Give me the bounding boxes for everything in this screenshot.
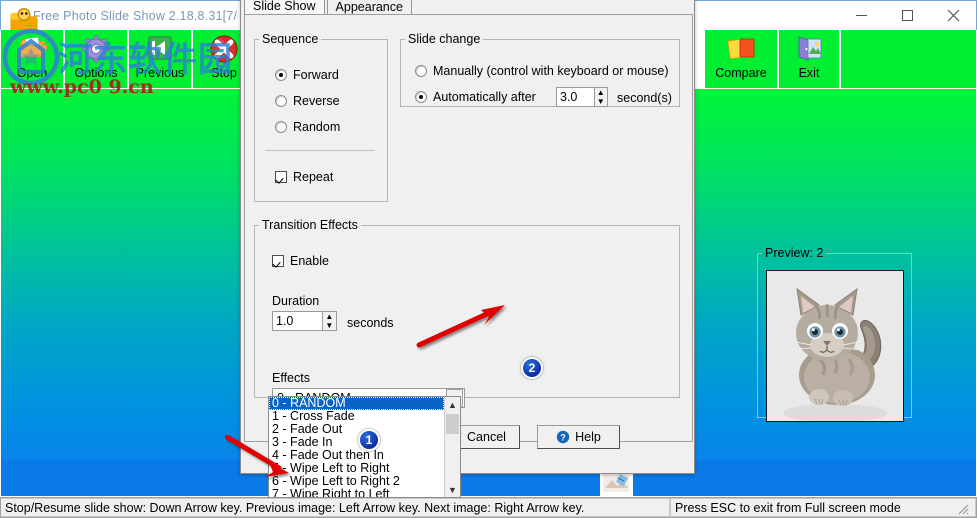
exit-door-icon [792,32,826,66]
radio-automatic-label: Automatically after [433,90,536,104]
help-button-label: Help [575,430,601,444]
radio-reverse-label: Reverse [293,94,340,108]
radio-random-indicator [275,121,287,133]
dropdown-scrollbar[interactable]: ▲ ▼ [444,397,460,497]
group-transition-legend: Transition Effects [262,218,358,232]
duration-down-icon[interactable]: ▼ [323,321,336,330]
interval-units-label: second(s) [617,91,672,105]
toolbar-label-options: Options [74,66,118,80]
radio-automatic-indicator [415,91,427,103]
interval-spinner-buttons[interactable]: ▲ ▼ [593,88,607,106]
tab-slide-show[interactable]: Slide Show [244,0,325,15]
help-button[interactable]: ? Help [537,425,620,449]
toolbar-button-previous[interactable]: Previous [129,30,193,89]
toolbar-gap [695,30,703,89]
checkbox-repeat-label: Repeat [293,170,334,184]
duration-units-label: seconds [347,316,394,330]
radio-random-label: Random [293,120,341,134]
interval-down-icon[interactable]: ▼ [595,97,607,106]
app-icon [7,6,38,35]
group-slide-change-legend: Slide change [408,32,481,46]
radio-reverse[interactable]: Reverse [275,94,340,108]
maximize-icon [901,10,913,21]
radio-forward[interactable]: Forward [275,68,339,82]
window-controls [838,1,976,31]
radio-manual-label: Manually (control with keyboard or mouse… [433,64,669,78]
duration-up-icon[interactable]: ▲ [323,312,336,321]
cancel-button-label: Cancel [467,430,506,444]
interval-spinner[interactable]: ▲ ▼ [556,87,608,107]
checkbox-repeat-indicator [275,171,287,183]
radio-reverse-indicator [275,95,287,107]
toolbar-label-stop: Stop [211,66,237,80]
close-button[interactable] [930,1,976,31]
effects-label: Effects [272,371,310,385]
minimize-icon [855,15,867,16]
scroll-up-icon[interactable]: ▲ [445,397,461,412]
toolbar-label-previous: Previous [135,66,185,80]
svg-text:?: ? [560,433,566,443]
window-title: Free Photo Slide Show 2.18.8.31[7/ [33,8,238,23]
toolbar-button-exit[interactable]: Exit [779,30,841,89]
help-icon: ? [556,430,570,444]
radio-manual-indicator [415,65,427,77]
scroll-down-icon[interactable]: ▼ [445,482,461,497]
group-slide-change: Slide change Manually (control with keyb… [400,32,680,107]
group-transition-effects: Transition Effects Enable Duration ▲ ▼ s… [254,218,680,408]
kitten-photo [767,271,903,421]
resize-grip-icon[interactable] [955,501,969,515]
radio-automatic[interactable]: Automatically after [415,90,536,104]
status-hint-right: Press ESC to exit from Full screen mode [670,498,976,517]
status-hint-right-text: Press ESC to exit from Full screen mode [675,500,901,515]
tab-appearance[interactable]: Appearance [326,0,412,15]
preview-image-frame [766,270,904,422]
dropdown-item[interactable]: 7 - Wipe Right to Left [269,488,444,498]
minimize-button[interactable] [838,1,884,31]
radio-forward-indicator [275,69,287,81]
checkbox-enable-label: Enable [290,254,329,268]
toolbar-button-options[interactable]: Options [65,30,129,89]
group-sequence: Sequence Forward Reverse Random Repeat [254,32,388,202]
radio-forward-label: Forward [293,68,339,82]
stop-icon [207,32,241,66]
annotation-badge-2: 2 [521,357,543,379]
duration-spinner-buttons[interactable]: ▲ ▼ [321,312,336,330]
status-bar: Stop/Resume slide show: Down Arrow key. … [0,497,977,518]
tab-appearance-label: Appearance [335,0,403,14]
dialog-tabs: Slide Show Appearance [244,0,414,15]
status-hint-left: Stop/Resume slide show: Down Arrow key. … [1,498,670,517]
toolbar-label-compare: Compare [715,66,767,80]
effects-dropdown-items: 0 - RANDOM 1 - Cross Fade 2 - Fade Out 3… [269,397,444,497]
checkbox-enable-indicator [272,255,284,267]
toolbar-button-compare[interactable]: Compare [703,30,779,89]
annotation-badge-1: 1 [358,429,380,451]
maximize-button[interactable] [884,1,930,31]
group-preview-legend: Preview: 2 [765,246,824,260]
duration-label: Duration [272,294,320,308]
checkbox-repeat[interactable]: Repeat [275,170,333,184]
compare-icon [724,32,758,66]
duration-spinner[interactable]: ▲ ▼ [272,311,337,331]
group-preview: Preview: 2 [757,246,912,422]
group-sequence-legend: Sequence [262,32,319,46]
radio-manual[interactable]: Manually (control with keyboard or mouse… [415,64,669,78]
previous-icon [143,32,177,66]
interval-input[interactable] [557,88,594,106]
duration-input[interactable] [273,312,322,330]
scrollbar-thumb[interactable] [446,414,459,434]
toolbar-label-exit: Exit [798,66,820,80]
sequence-divider [265,150,375,151]
radio-random[interactable]: Random [275,120,340,134]
open-folder-icon [15,32,49,66]
close-icon [947,9,959,22]
checkbox-enable-transition[interactable]: Enable [272,254,329,268]
tab-slide-show-label: Slide Show [253,0,316,13]
tab-page-slide-show: Sequence Forward Reverse Random Repeat S… [244,14,912,449]
interval-up-icon[interactable]: ▲ [595,88,607,97]
toolbar-label-open: Open [16,66,48,80]
toolbar-button-open[interactable]: Open [1,30,65,89]
gear-icon [79,32,113,66]
